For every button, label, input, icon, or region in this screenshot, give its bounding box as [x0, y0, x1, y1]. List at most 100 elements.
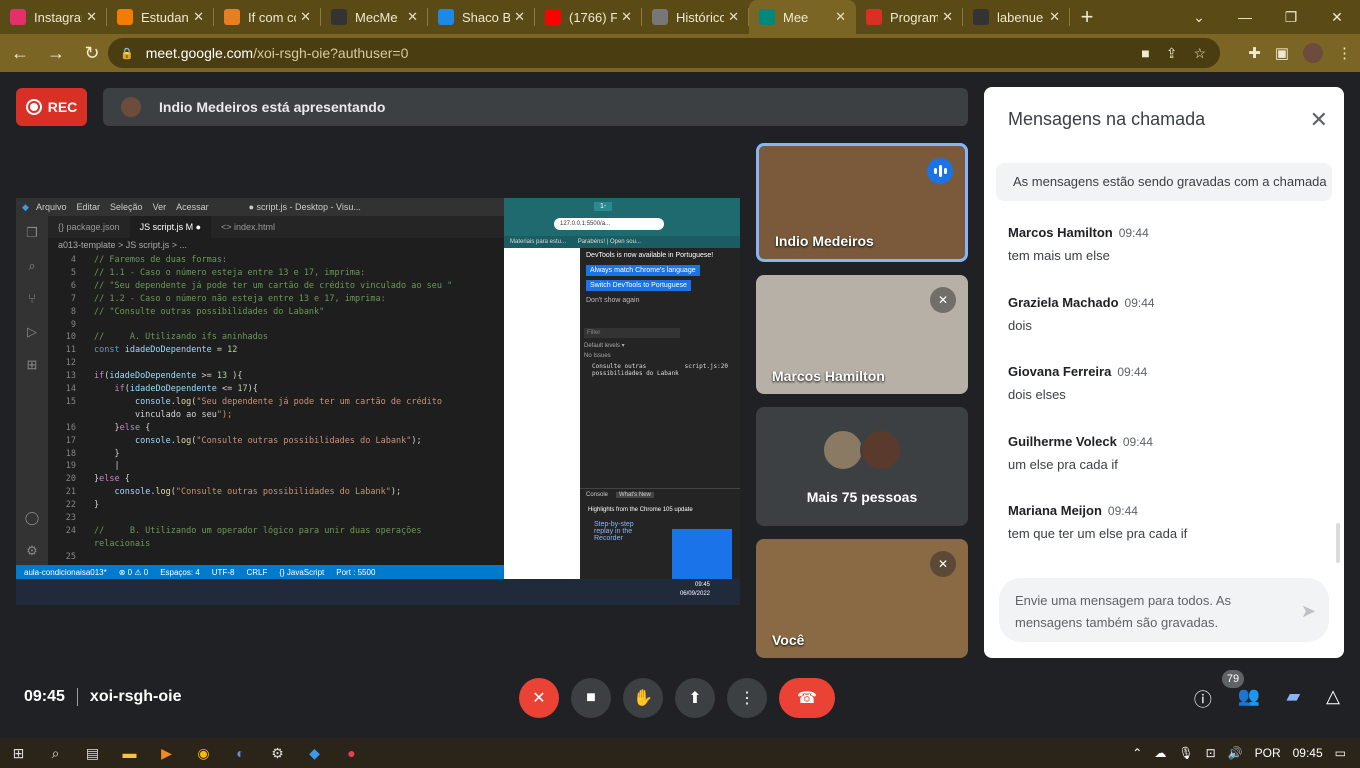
windows-start-icon[interactable]: ⊞ — [0, 738, 37, 768]
console-source[interactable]: script.js:20 — [685, 363, 728, 377]
drawer-tab[interactable]: Console — [586, 492, 608, 498]
close-icon[interactable]: ✕ — [193, 9, 204, 25]
folder-icon[interactable]: ▬ — [111, 738, 148, 768]
mic-toggle-button[interactable]: ✕ — [519, 678, 559, 718]
vscode-icon[interactable]: ◆ — [296, 738, 333, 768]
extensions-icon[interactable]: ⊞ — [16, 348, 48, 381]
new-tab-button[interactable]: + — [1070, 0, 1104, 34]
leave-call-button[interactable]: ☎ — [779, 678, 835, 718]
browser-tab[interactable]: labenue ✕ — [963, 0, 1070, 34]
close-icon[interactable]: ✕ — [621, 9, 632, 25]
present-button[interactable]: ⬆ — [675, 678, 715, 718]
close-icon[interactable]: ✕ — [1310, 107, 1328, 133]
drop-icon[interactable]: ● — [333, 738, 370, 768]
activities-icon[interactable]: △ — [1326, 686, 1340, 712]
profile-avatar[interactable] — [1303, 43, 1323, 63]
tile-others[interactable]: Mais 75 pessoas — [756, 407, 968, 526]
close-icon[interactable]: ✕ — [728, 9, 739, 25]
status-item[interactable]: UTF-8 — [212, 568, 235, 577]
browser-tab[interactable]: MecMe ✕ — [321, 0, 428, 34]
volume-icon[interactable]: 🔊 — [1228, 746, 1243, 760]
switch-portuguese-button[interactable]: Switch DevTools to Portuguese — [586, 280, 691, 291]
url-bar[interactable]: 🔒 meet.google.com/xoi-rsgh-oie?authuser=… — [108, 38, 1220, 68]
tile-you[interactable]: ✕ Você — [756, 539, 968, 658]
settings-icon[interactable]: ⚙ — [259, 738, 296, 768]
media-icon[interactable]: ▶ — [148, 738, 185, 768]
browser-tab[interactable]: Program ✕ — [856, 0, 963, 34]
close-icon[interactable]: ✕ — [514, 9, 525, 25]
close-icon[interactable]: ✕ — [942, 9, 953, 25]
share-icon[interactable]: ⇪ — [1166, 45, 1178, 62]
tile-indio[interactable]: Indio Medeiros — [756, 143, 968, 262]
browser-tab[interactable]: (1766) F ✕ — [535, 0, 642, 34]
editor-tab[interactable]: JS script.js M ● — [129, 216, 212, 238]
browser-tab[interactable]: If com cond✕ — [214, 0, 321, 34]
chat-icon[interactable]: ▰ — [1286, 686, 1300, 712]
info-icon[interactable]: ⓘ — [1194, 686, 1212, 712]
status-item[interactable]: Port : 5500 — [336, 568, 375, 577]
language-label[interactable]: POR — [1255, 746, 1281, 760]
settings-gear-icon[interactable]: ⚙ — [16, 534, 48, 567]
status-item[interactable]: ⊗ 0 ⚠ 0 — [119, 568, 148, 577]
vscode-menu-item[interactable]: Seleção — [110, 202, 143, 212]
tile-marcos[interactable]: ✕ Marcos Hamilton — [756, 275, 968, 394]
vscode-menu-item[interactable]: Ver — [153, 202, 167, 212]
bookmark-star-icon[interactable]: ☆ — [1193, 45, 1206, 62]
chrome-icon[interactable]: ◉ — [185, 738, 222, 768]
close-icon[interactable]: ✕ — [1049, 9, 1060, 25]
search-icon[interactable]: ⌕ — [16, 249, 48, 282]
clock[interactable]: 09:45 — [1293, 746, 1323, 760]
run-debug-icon[interactable]: ▷ — [16, 315, 48, 348]
console-levels[interactable]: Default levels ▾ — [580, 340, 740, 351]
forward-icon[interactable]: → — [40, 37, 72, 69]
close-icon[interactable]: ✕ — [835, 9, 846, 25]
notifications-icon[interactable]: ▭ — [1335, 746, 1346, 760]
close-icon[interactable]: ✕ — [300, 9, 311, 25]
close-icon[interactable]: ✕ — [86, 9, 97, 25]
people-icon[interactable]: 👥 — [1238, 686, 1260, 712]
browser-tab[interactable]: Instagram✕ — [0, 0, 107, 34]
drawer-tab[interactable]: What's New — [616, 492, 654, 498]
discord-icon[interactable]: ◐ — [222, 738, 259, 768]
browser-tab[interactable]: Shaco Bu✕ — [428, 0, 535, 34]
raise-hand-button[interactable]: ✋ — [623, 678, 663, 718]
chevron-up-icon[interactable]: ⌃ — [1132, 746, 1142, 760]
microphone-icon[interactable]: 🎙 — [1178, 746, 1193, 760]
vscode-menu-item[interactable]: Editar — [77, 202, 101, 212]
photos-icon[interactable]: ▤ — [74, 738, 111, 768]
dont-show-button[interactable]: Don't show again — [580, 293, 740, 308]
status-item[interactable]: aula-condicionaisa013* — [24, 568, 107, 577]
sidepanel-icon[interactable]: ▣ — [1275, 44, 1289, 62]
browser-tab[interactable]: Histórico ✕ — [642, 0, 749, 34]
vscode-menu-item[interactable]: Acessar — [176, 202, 209, 212]
search-icon[interactable]: ⌕ — [37, 738, 74, 768]
chat-input[interactable]: Envie uma mensagem para todos. As mensag… — [999, 578, 1329, 642]
bookmark-2[interactable]: Parabéns! | Open sou... — [578, 239, 641, 245]
camera-toggle-button[interactable]: ■ — [571, 678, 611, 718]
browser-tab[interactable]: Estudante✕ — [107, 0, 214, 34]
editor-tab[interactable]: {} package.json — [48, 216, 130, 238]
code-editor[interactable]: 4 // Faremos de duas formas: 5 // 1.1 - Cas… — [48, 254, 504, 563]
camera-icon[interactable]: ■ — [1141, 45, 1149, 61]
minimize-button[interactable]: — — [1222, 0, 1268, 34]
reload-icon[interactable]: ↻ — [76, 37, 108, 69]
whats-new-item[interactable]: Step-by-step replay in the Recorder — [580, 519, 650, 544]
extensions-icon[interactable]: ✚ — [1248, 44, 1261, 62]
menu-kebab-icon[interactable]: ⋮ — [1337, 44, 1352, 62]
restore-button[interactable]: ❐ — [1268, 0, 1314, 34]
status-item[interactable]: {} JavaScript — [279, 568, 324, 577]
source-control-icon[interactable]: ⑂ — [16, 282, 48, 315]
network-icon[interactable]: ⊡ — [1206, 746, 1216, 760]
console-filter[interactable]: Filter — [584, 328, 680, 338]
bookmark-1[interactable]: Materiais para estu... — [510, 239, 566, 245]
vscode-menu-item[interactable]: Arquivo — [36, 202, 67, 212]
status-item[interactable]: CRLF — [246, 568, 267, 577]
close-window-button[interactable]: ✕ — [1314, 0, 1360, 34]
browser-tab[interactable]: Mee ✕ — [749, 0, 856, 34]
cloud-icon[interactable]: ☁ — [1154, 746, 1166, 760]
close-icon[interactable]: ✕ — [407, 9, 418, 25]
account-icon[interactable]: ◯ — [16, 501, 48, 534]
tab-search-icon[interactable]: ⌄ — [1176, 0, 1222, 34]
explorer-icon[interactable]: ❐ — [16, 216, 48, 249]
chat-scrollbar[interactable] — [1336, 523, 1340, 563]
